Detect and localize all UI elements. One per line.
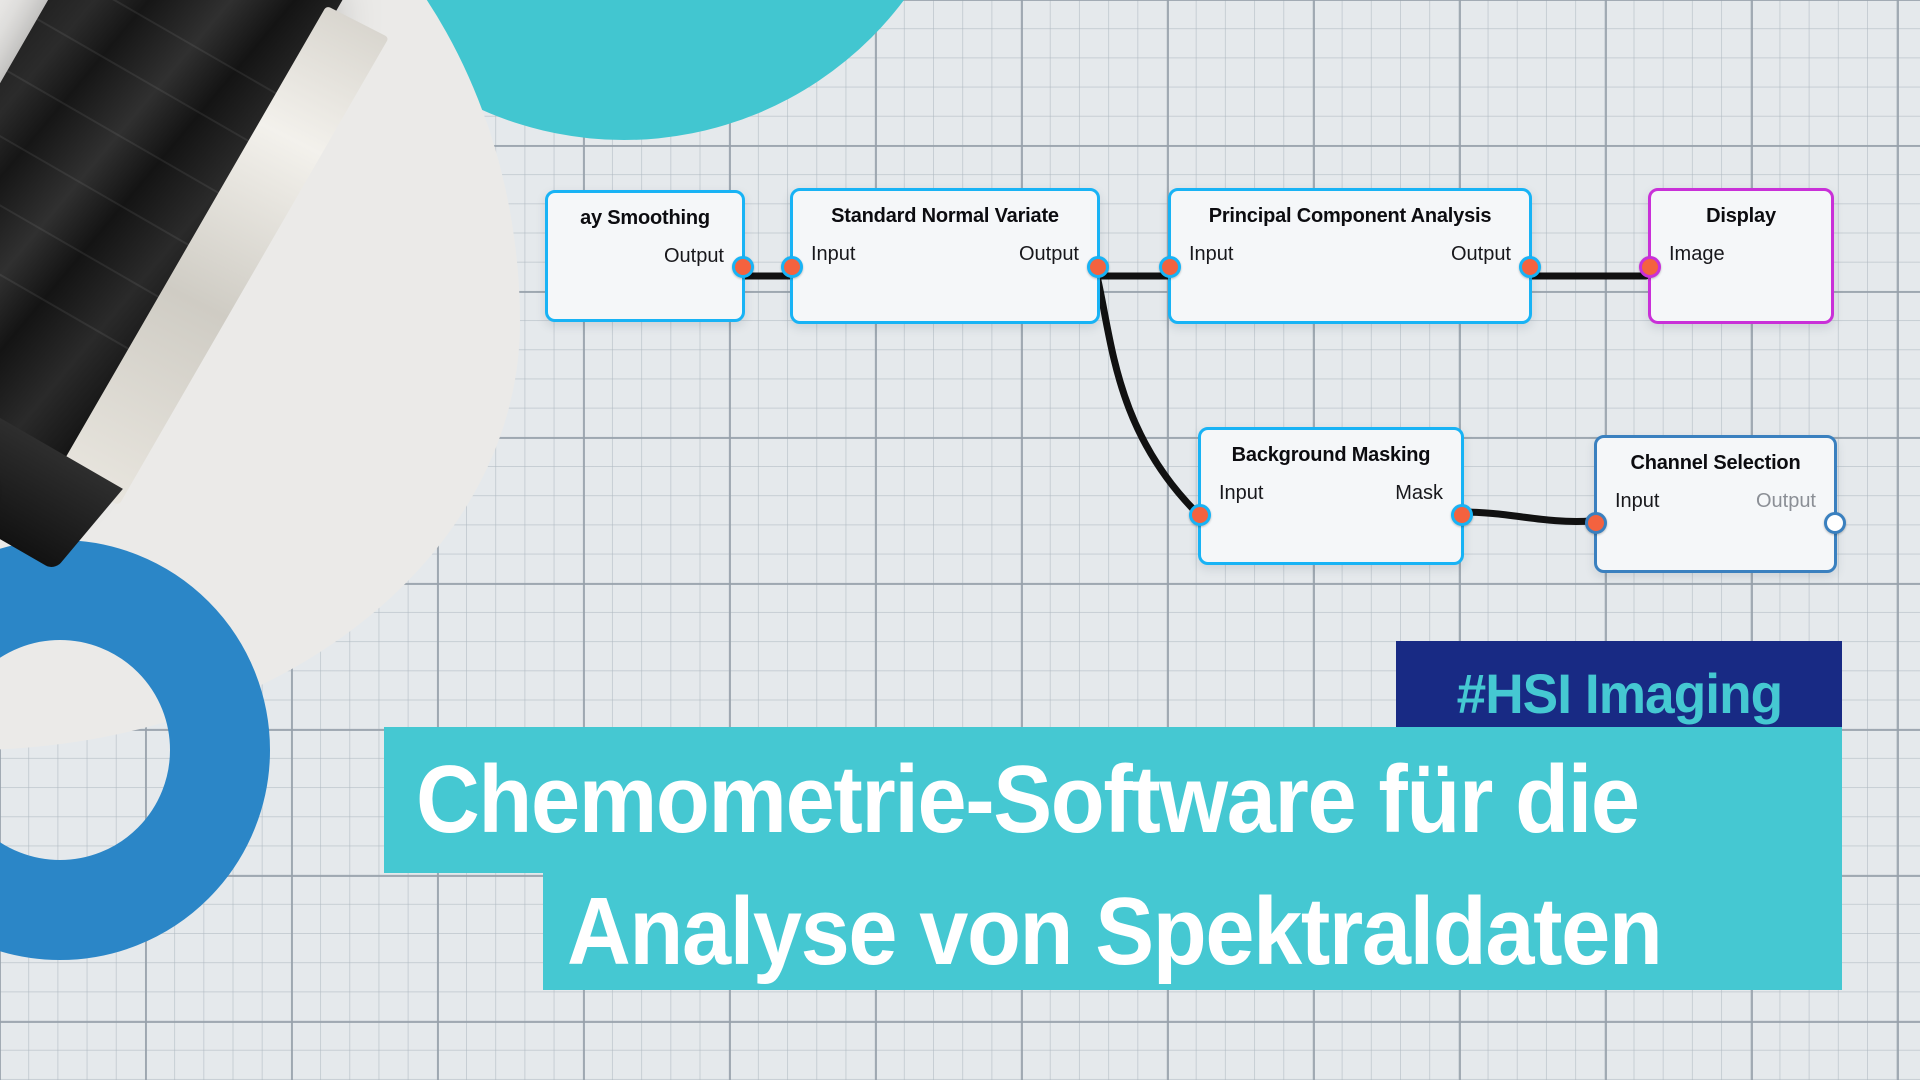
port-label-mask: Mask bbox=[1395, 482, 1443, 504]
port-image[interactable] bbox=[1639, 256, 1661, 278]
node-title: Display bbox=[1706, 205, 1776, 227]
node-standard-normal-variate[interactable]: Standard Normal Variate Input Output bbox=[781, 188, 1109, 324]
port-input[interactable] bbox=[781, 256, 803, 278]
node-background-masking[interactable]: Background Masking Input Mask bbox=[1189, 427, 1473, 565]
node-title: ay Smoothing bbox=[580, 207, 710, 229]
node-savitzky-golay-smoothing[interactable]: ay Smoothing Output bbox=[545, 190, 754, 322]
headline-line-1: Chemometrie-Software für die bbox=[416, 746, 1640, 853]
node-principal-component-analysis[interactable]: Principal Component Analysis Input Outpu… bbox=[1159, 188, 1541, 324]
port-label-input: Input bbox=[1219, 482, 1264, 504]
port-label-output: Output bbox=[1450, 243, 1511, 265]
headline-band-2: Analyse von Spektraldaten bbox=[543, 873, 1842, 990]
port-input[interactable] bbox=[1159, 256, 1181, 278]
hashtag-badge-label: #HSI Imaging bbox=[1456, 661, 1783, 725]
port-label-input: Input bbox=[1615, 490, 1660, 512]
port-input[interactable] bbox=[1189, 504, 1211, 526]
port-label-output: Output bbox=[663, 245, 724, 267]
node-title: Principal Component Analysis bbox=[1208, 205, 1492, 227]
port-label-output: Output bbox=[1018, 243, 1079, 265]
node-title: Background Masking bbox=[1231, 444, 1431, 466]
poster-canvas: ay Smoothing Output Standard Normal Vari… bbox=[0, 0, 1920, 1080]
port-output[interactable] bbox=[1824, 512, 1846, 534]
port-label-image: Image bbox=[1669, 243, 1725, 265]
port-output[interactable] bbox=[732, 256, 754, 278]
port-input[interactable] bbox=[1585, 512, 1607, 534]
node-channel-selection[interactable]: Channel Selection Input Output bbox=[1585, 435, 1846, 573]
node-title: Channel Selection bbox=[1630, 452, 1801, 474]
port-label-input: Input bbox=[811, 243, 856, 265]
headline-line-2: Analyse von Spektraldaten bbox=[567, 877, 1663, 985]
node-title: Standard Normal Variate bbox=[831, 205, 1059, 227]
headline-band-1: Chemometrie-Software für die bbox=[384, 727, 1842, 873]
port-label-input: Input bbox=[1189, 243, 1234, 265]
node-display[interactable]: Display Image bbox=[1639, 188, 1834, 324]
port-output[interactable] bbox=[1519, 256, 1541, 278]
port-label-output: Output bbox=[1755, 490, 1816, 512]
port-output[interactable] bbox=[1087, 256, 1109, 278]
port-mask[interactable] bbox=[1451, 504, 1473, 526]
